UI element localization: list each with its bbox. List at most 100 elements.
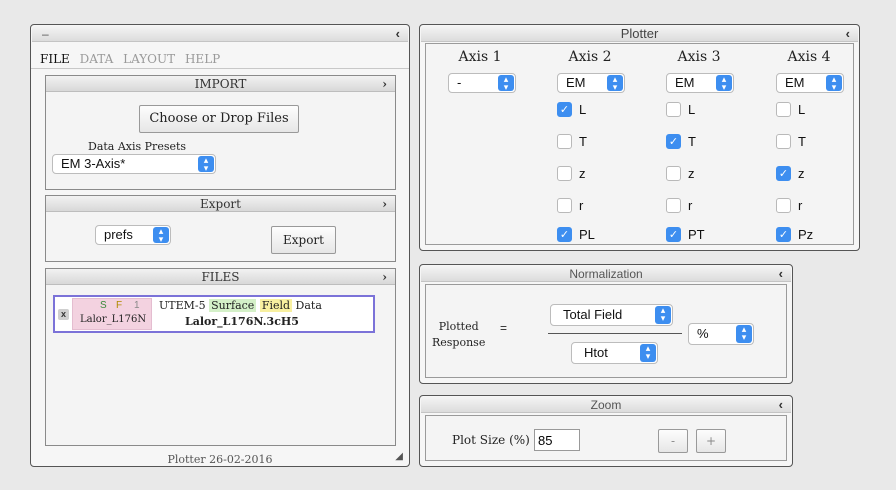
unit-value: % <box>697 326 709 341</box>
updown-arrow-icon: ▴ ▾ <box>826 75 842 92</box>
desc-surface: Surface <box>209 299 257 312</box>
checkbox-label: z <box>579 166 586 181</box>
checkbox-label: T <box>688 134 696 149</box>
file-description: UTEM-5 Surface Field Data <box>159 299 322 312</box>
files-header[interactable]: FILES › <box>46 269 395 285</box>
checkbox-label: r <box>688 198 693 213</box>
export-header-label: Export <box>200 197 241 211</box>
checkbox-label: PT <box>688 227 705 242</box>
numerator-value: Total Field <box>563 307 623 322</box>
numerator-select[interactable]: Total Field ▴ ▾ <box>550 304 673 326</box>
file-full-name: Lalor_L176N.3cH5 <box>185 315 299 328</box>
checkbox-label: r <box>579 198 584 213</box>
import-section: IMPORT › Choose or Drop Files Data Axis … <box>45 75 396 190</box>
plotted-label-line1: Plotted <box>438 320 479 333</box>
axis2-select[interactable]: EM ▴ ▾ <box>557 73 625 93</box>
axis3-header: Axis 3 <box>677 49 721 65</box>
files-expand-chevron-icon[interactable]: › <box>382 269 387 285</box>
checkmark-icon[interactable]: ✓ <box>666 134 681 149</box>
main-panel: – ‹ FILE DATA LAYOUT HELP IMPORT › Choos… <box>30 24 410 467</box>
checkbox-label: L <box>579 102 587 117</box>
tag-s: S <box>100 300 107 311</box>
checkbox-label: PL <box>579 227 595 242</box>
unit-select[interactable]: % ▴ ▾ <box>688 323 754 345</box>
axis4-select-value: EM <box>785 75 805 90</box>
menu-divider <box>31 68 409 69</box>
checkbox-box[interactable] <box>557 166 572 181</box>
equals-sign: = <box>500 321 508 335</box>
axis3-select[interactable]: EM ▴ ▾ <box>666 73 734 93</box>
checkbox-box[interactable] <box>557 198 572 213</box>
normalization-titlebar: Normalization ‹ <box>421 266 791 282</box>
menu-file[interactable]: FILE <box>40 52 70 66</box>
axis4-select[interactable]: EM ▴ ▾ <box>776 73 844 93</box>
normalization-collapse-chevron-icon[interactable]: ‹ <box>779 266 783 282</box>
version-footer: Plotter 26-02-2016 <box>167 453 273 466</box>
remove-file-button[interactable]: x <box>58 309 69 320</box>
tag-f: F <box>116 300 123 311</box>
zoom-collapse-chevron-icon[interactable]: ‹ <box>779 397 783 413</box>
checkbox-box[interactable] <box>776 134 791 149</box>
checkbox-box[interactable] <box>666 166 681 181</box>
axis1-select[interactable]: - ▴ ▾ <box>448 73 516 93</box>
axis2-select-value: EM <box>566 75 586 90</box>
checkmark-icon[interactable]: ✓ <box>666 227 681 242</box>
checkbox-label: z <box>688 166 695 181</box>
collapse-chevron-icon[interactable]: ‹ <box>396 26 400 42</box>
checkbox-label: r <box>798 198 803 213</box>
file-short-name: Lalor_L176N <box>80 314 147 325</box>
checkbox-box[interactable] <box>557 134 572 149</box>
axis1-header: Axis 1 <box>458 49 502 65</box>
choose-files-button[interactable]: Choose or Drop Files <box>139 105 299 133</box>
export-section: Export › prefs ▴ ▾ Export <box>45 195 396 262</box>
checkbox-label: z <box>798 166 805 181</box>
desc-field: Field <box>259 299 293 312</box>
plotter-collapse-chevron-icon[interactable]: ‹ <box>846 26 850 42</box>
plotter-title: Plotter <box>620 26 659 41</box>
export-expand-chevron-icon[interactable]: › <box>382 196 387 212</box>
normalization-title: Normalization <box>569 267 643 281</box>
updown-arrow-icon: ▴ ▾ <box>655 306 671 324</box>
export-header[interactable]: Export › <box>46 196 395 212</box>
updown-arrow-icon: ▴ ▾ <box>736 325 752 343</box>
menu-data[interactable]: DATA <box>80 52 114 66</box>
prefs-select[interactable]: prefs ▴ ▾ <box>95 225 171 245</box>
minimize-dash[interactable]: – <box>42 27 49 41</box>
checkbox-label: L <box>688 102 696 117</box>
file-tag-box: S F 1 Lalor_L176N <box>72 298 152 330</box>
checkbox-box[interactable] <box>666 102 681 117</box>
menu-help[interactable]: HELP <box>185 52 220 66</box>
normalization-panel: Normalization ‹ Plotted Response = Total… <box>419 264 793 384</box>
export-button[interactable]: Export <box>271 226 336 254</box>
updown-arrow-icon: ▴ ▾ <box>716 75 732 92</box>
import-expand-chevron-icon[interactable]: › <box>382 76 387 92</box>
checkbox-label: T <box>798 134 806 149</box>
file-item[interactable]: x S F 1 Lalor_L176N UTEM-5 Surface Field… <box>53 295 375 333</box>
plotted-label-line2: Response <box>432 336 486 349</box>
checkmark-icon[interactable]: ✓ <box>557 227 572 242</box>
checkbox-box[interactable] <box>666 198 681 213</box>
presets-label: Data Axis Presets <box>88 140 187 153</box>
menu-layout[interactable]: LAYOUT <box>123 52 175 66</box>
fraction-line <box>548 333 682 334</box>
checkmark-icon[interactable]: ✓ <box>776 166 791 181</box>
plot-size-input[interactable] <box>534 429 580 451</box>
checkmark-icon[interactable]: ✓ <box>776 227 791 242</box>
prefs-select-value: prefs <box>104 227 133 242</box>
checkbox-box[interactable] <box>776 198 791 213</box>
plotter-panel: Plotter ‹ Axis 1 Axis 2 Axis 3 Axis 4 - … <box>419 24 860 251</box>
desc-prefix: UTEM-5 <box>159 299 206 312</box>
import-header[interactable]: IMPORT › <box>46 76 395 92</box>
desc-suffix: Data <box>295 299 322 312</box>
preset-select[interactable]: EM 3-Axis* ▴ ▾ <box>52 154 216 174</box>
updown-arrow-icon: ▴ ▾ <box>498 75 514 92</box>
tag-num: 1 <box>134 300 140 311</box>
denominator-value: Htot <box>584 345 608 360</box>
denominator-select[interactable]: Htot ▴ ▾ <box>571 342 658 364</box>
checkmark-icon[interactable]: ✓ <box>557 102 572 117</box>
zoom-out-button[interactable]: - <box>658 429 688 453</box>
checkbox-box[interactable] <box>776 102 791 117</box>
updown-arrow-icon: ▴ ▾ <box>640 344 656 362</box>
resize-grip-icon[interactable]: ◢ <box>395 451 403 462</box>
zoom-in-button[interactable]: + <box>696 429 726 453</box>
